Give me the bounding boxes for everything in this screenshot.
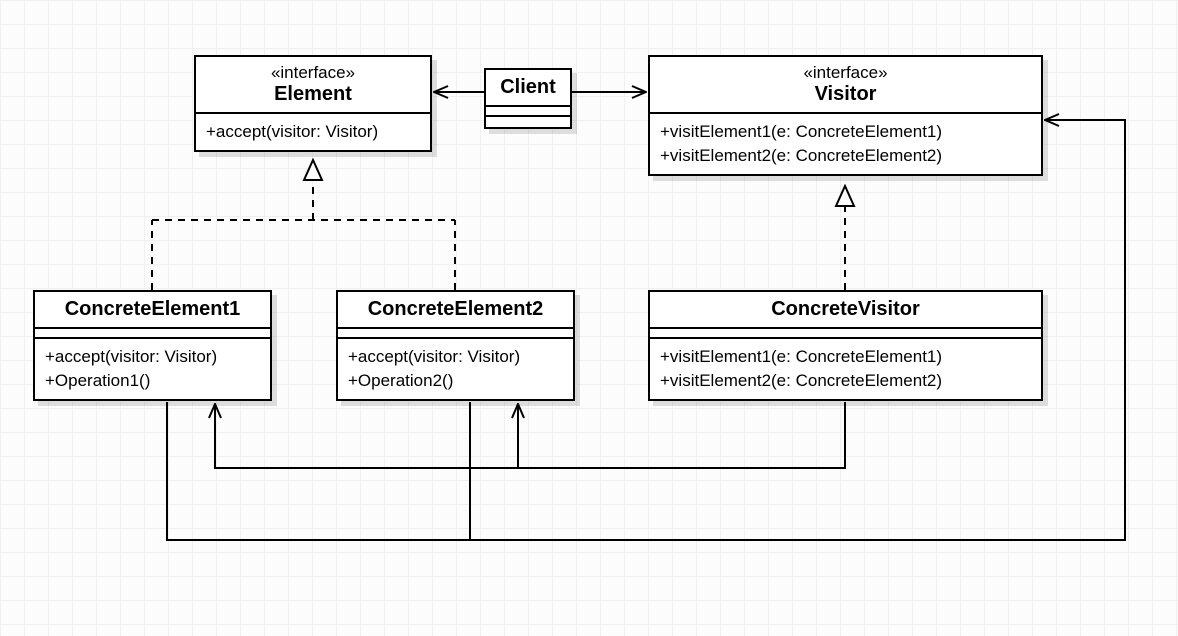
class-concrete-element1: ConcreteElement1 +accept(visitor: Visito… xyxy=(33,290,272,401)
class-attributes xyxy=(35,329,270,339)
class-name: ConcreteElement2 xyxy=(348,298,563,321)
class-name: Visitor xyxy=(660,83,1031,106)
class-element: «interface» Element +accept(visitor: Vis… xyxy=(194,55,432,152)
class-operations xyxy=(486,117,570,127)
operation: +Operation2() xyxy=(348,369,563,393)
class-header: ConcreteVisitor xyxy=(650,292,1041,329)
operation: +Operation1() xyxy=(45,369,260,393)
class-name: Client xyxy=(496,76,560,99)
operation: +visitElement2(e: ConcreteElement2) xyxy=(660,144,1031,168)
class-client: Client xyxy=(484,68,572,129)
class-header: ConcreteElement1 xyxy=(35,292,270,329)
class-name: ConcreteVisitor xyxy=(660,298,1031,321)
class-operations: +visitElement1(e: ConcreteElement1) +vis… xyxy=(650,114,1041,174)
operation: +visitElement1(e: ConcreteElement1) xyxy=(660,345,1031,369)
class-visitor: «interface» Visitor +visitElement1(e: Co… xyxy=(648,55,1043,176)
class-name: Element xyxy=(206,83,420,106)
operation: +accept(visitor: Visitor) xyxy=(348,345,563,369)
operation: +visitElement2(e: ConcreteElement2) xyxy=(660,369,1031,393)
class-operations: +accept(visitor: Visitor) xyxy=(196,114,430,150)
class-operations: +accept(visitor: Visitor) +Operation1() xyxy=(35,339,270,399)
class-header: ConcreteElement2 xyxy=(338,292,573,329)
class-concrete-visitor: ConcreteVisitor +visitElement1(e: Concre… xyxy=(648,290,1043,401)
operation: +accept(visitor: Visitor) xyxy=(206,120,420,144)
stereotype-label: «interface» xyxy=(206,63,420,83)
class-attributes xyxy=(486,107,570,117)
class-attributes xyxy=(338,329,573,339)
class-operations: +accept(visitor: Visitor) +Operation2() xyxy=(338,339,573,399)
stereotype-label: «interface» xyxy=(660,63,1031,83)
class-attributes xyxy=(650,329,1041,339)
assoc-cv-ce2 xyxy=(518,404,845,468)
class-operations: +visitElement1(e: ConcreteElement1) +vis… xyxy=(650,339,1041,399)
assoc-cv-ce1 xyxy=(215,402,845,468)
class-name: ConcreteElement1 xyxy=(45,298,260,321)
operation: +accept(visitor: Visitor) xyxy=(45,345,260,369)
operation: +visitElement1(e: ConcreteElement1) xyxy=(660,120,1031,144)
class-concrete-element2: ConcreteElement2 +accept(visitor: Visito… xyxy=(336,290,575,401)
class-header: Client xyxy=(486,70,570,107)
assoc-ce2-visitor xyxy=(470,402,1125,540)
class-header: «interface» Element xyxy=(196,57,430,114)
class-header: «interface» Visitor xyxy=(650,57,1041,114)
